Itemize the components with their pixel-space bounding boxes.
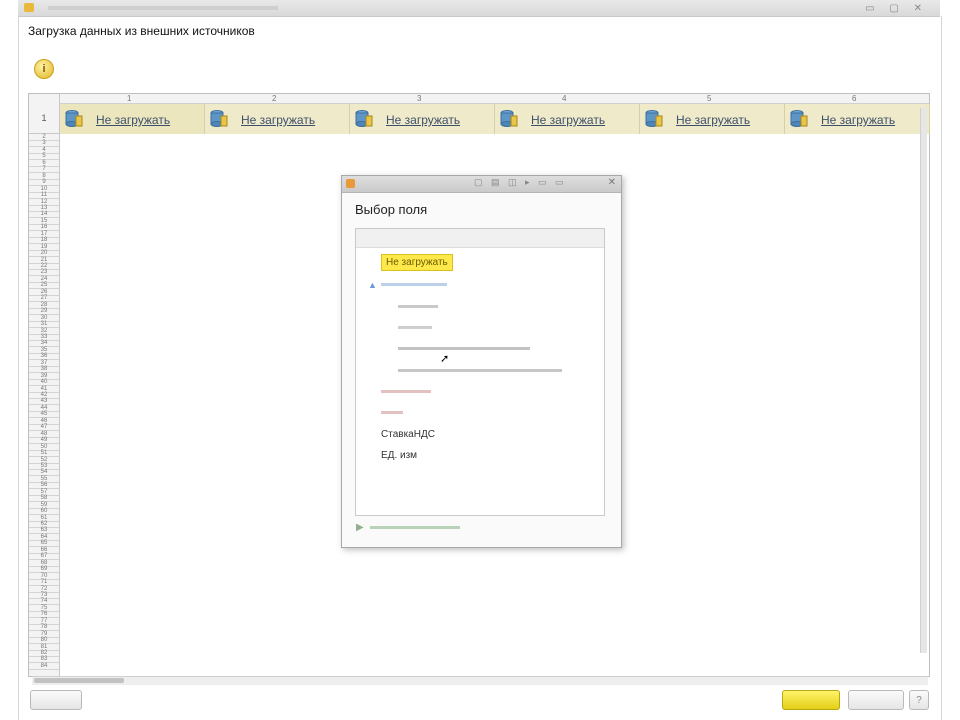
field-item[interactable]: [381, 411, 403, 414]
field-item[interactable]: [398, 326, 432, 329]
help-button[interactable]: ?: [909, 690, 929, 710]
dialog-app-icon: [346, 179, 355, 188]
cell-label[interactable]: Не загружать: [241, 113, 315, 127]
field-item[interactable]: [398, 305, 438, 308]
window-caption: [48, 6, 278, 10]
cell-label[interactable]: Не загружать: [531, 113, 605, 127]
load-setting-cell[interactable]: Не загружать: [350, 104, 495, 134]
cell-label[interactable]: Не загружать: [386, 113, 460, 127]
row-number: 84: [29, 663, 59, 670]
window-titlebar: ▭ ▢ ✕: [18, 0, 940, 17]
column-header: 1 2 3 4 5 6: [59, 94, 929, 104]
close-icon[interactable]: ✕: [608, 177, 616, 188]
field-item[interactable]: [398, 369, 562, 372]
field-item-selected[interactable]: Не загружать: [381, 254, 453, 271]
database-icon: [210, 110, 228, 127]
vertical-scrollbar[interactable]: [920, 108, 927, 653]
column-number: 1: [127, 94, 132, 103]
field-selection-dialog: ▢ ▤ ◫ ▸ ▭ ▭ ✕ Выбор поля Не загружать ▲ …: [341, 175, 622, 548]
row-header: 1 2 3 4 5 6 7 8 9 10 11 12 13 14 15 16 17 18 19 20 21 22 23 24…: [29, 94, 60, 676]
load-setting-cell[interactable]: Не загружать: [60, 104, 205, 134]
footer-link-text: [370, 525, 461, 529]
load-setting-cell[interactable]: Не загружать: [640, 104, 785, 134]
column-number: 3: [417, 94, 422, 103]
mouse-cursor-icon: ➚: [440, 353, 450, 365]
column-number: 6: [852, 94, 857, 103]
row-number: 1: [29, 103, 59, 134]
column-number: 4: [562, 94, 567, 103]
field-item[interactable]: [398, 347, 530, 350]
dialog-footer-link[interactable]: ▶: [356, 522, 461, 533]
field-item[interactable]: [381, 390, 431, 393]
cell-label[interactable]: Не загружать: [96, 113, 170, 127]
dialog-titlebar: ▢ ▤ ◫ ▸ ▭ ▭ ✕: [342, 176, 621, 193]
field-group-nomenclature[interactable]: [381, 283, 447, 286]
dialog-toolbar-icons[interactable]: ▢ ▤ ◫ ▸ ▭ ▭: [474, 177, 567, 188]
page-title: Загрузка данных из внешних источников: [28, 24, 255, 38]
database-icon: [790, 110, 808, 127]
field-item-unit[interactable]: ЕД. изм: [381, 450, 417, 461]
database-icon: [65, 110, 83, 127]
column-number: 2: [272, 94, 277, 103]
window-controls[interactable]: ▭ ▢ ✕: [865, 3, 928, 14]
scrollbar-thumb[interactable]: [34, 678, 124, 683]
database-icon: [500, 110, 518, 127]
app-icon: [24, 3, 34, 12]
load-setting-cell[interactable]: Не загружать: [785, 104, 930, 134]
load-setting-cell[interactable]: Не загружать: [205, 104, 350, 134]
expand-icon[interactable]: ▲: [368, 280, 377, 290]
field-list-header: [356, 229, 604, 248]
dialog-heading: Выбор поля: [355, 202, 428, 217]
database-icon: [645, 110, 663, 127]
cell-label[interactable]: Не загружать: [821, 113, 895, 127]
column-number: 5: [707, 94, 712, 103]
info-icon: i: [34, 59, 54, 79]
database-icon: [355, 110, 373, 127]
load-setting-cell[interactable]: Не загружать: [495, 104, 640, 134]
back-button[interactable]: [30, 690, 82, 710]
expand-icon: ▶: [356, 522, 364, 533]
field-item-vat-rate[interactable]: СтавкаНДС: [381, 429, 435, 440]
cancel-button[interactable]: [848, 690, 904, 710]
next-button[interactable]: [782, 690, 840, 710]
horizontal-scrollbar[interactable]: [32, 676, 928, 685]
cell-label[interactable]: Не загружать: [676, 113, 750, 127]
field-list[interactable]: Не загружать ▲ СтавкаНДС ЕД. изм ➚: [355, 228, 605, 516]
